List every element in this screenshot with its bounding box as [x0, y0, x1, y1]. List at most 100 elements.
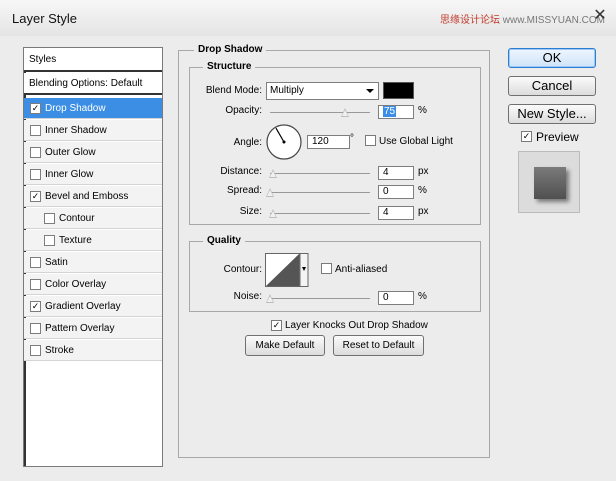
angle-unit: °: [350, 133, 354, 144]
style-item-label: Contour: [59, 212, 95, 224]
angle-dial[interactable]: [265, 123, 303, 161]
blend-mode-value: Multiply: [270, 85, 304, 96]
blending-options-label: Blending Options: Default: [29, 77, 143, 89]
chevron-down-icon: [366, 89, 374, 93]
style-checkbox[interactable]: [30, 168, 41, 180]
style-item-label: Color Overlay: [45, 278, 107, 290]
angle-field[interactable]: 120: [307, 135, 350, 149]
size-slider-thumb[interactable]: [269, 209, 277, 218]
style-list-item[interactable]: Color Overlay: [24, 274, 162, 295]
styles-header[interactable]: Styles: [24, 48, 162, 72]
window-title: Layer Style: [12, 11, 78, 26]
style-item-label: Pattern Overlay: [45, 322, 115, 334]
preview-swatch: [534, 167, 566, 199]
layer-knocks-out-checkbox[interactable]: ✓: [271, 320, 282, 331]
distance-label: Distance:: [220, 166, 262, 177]
make-default-button[interactable]: Make Default: [245, 335, 325, 356]
style-checkbox[interactable]: [30, 322, 41, 334]
shadow-color-swatch[interactable]: [383, 82, 414, 99]
watermark-cn: 思缘设计论坛: [440, 15, 500, 26]
quality-title: Quality: [203, 235, 245, 246]
style-checkbox[interactable]: ✓: [30, 300, 41, 312]
style-list-item[interactable]: Stroke: [24, 340, 162, 361]
style-list-item[interactable]: Outer Glow: [24, 142, 162, 163]
distance-slider-track[interactable]: [270, 173, 370, 174]
style-list-item[interactable]: Satin: [24, 252, 162, 273]
watermark: 思缘设计论坛 www.MISSYUAN.COM: [440, 11, 605, 26]
blending-options[interactable]: Blending Options: Default: [24, 73, 162, 95]
styles-header-label: Styles: [29, 53, 57, 65]
ok-button[interactable]: OK: [508, 48, 596, 68]
style-item-label: Gradient Overlay: [45, 300, 121, 312]
noise-slider-track[interactable]: [270, 298, 370, 299]
style-checkbox[interactable]: [30, 124, 41, 136]
opacity-slider-track[interactable]: [270, 112, 370, 113]
style-checkbox[interactable]: [44, 212, 55, 224]
style-checkbox[interactable]: [44, 234, 55, 246]
drop-shadow-title: Drop Shadow: [194, 44, 267, 55]
opacity-label: Opacity:: [225, 105, 262, 116]
preview-thumbnail: [518, 151, 580, 213]
anti-aliased-checkbox[interactable]: [321, 263, 332, 274]
blend-mode-label: Blend Mode:: [205, 85, 262, 96]
spread-field[interactable]: 0: [378, 185, 414, 199]
style-item-label: Satin: [45, 256, 68, 268]
style-list-item[interactable]: ✓ Drop Shadow: [24, 98, 162, 119]
use-global-light-checkbox[interactable]: [365, 135, 376, 146]
new-style-button[interactable]: New Style...: [508, 104, 596, 124]
style-checkbox[interactable]: [30, 278, 41, 290]
spread-label: Spread:: [226, 185, 262, 196]
style-list-item[interactable]: Inner Glow: [24, 164, 162, 185]
angle-dial-center: [282, 140, 286, 144]
size-field[interactable]: 4: [378, 206, 414, 220]
style-list-item[interactable]: Texture: [24, 230, 162, 251]
size-label: Size:: [239, 206, 262, 217]
style-list-item[interactable]: ✓ Bevel and Emboss: [24, 186, 162, 207]
distance-unit: px: [418, 166, 429, 177]
opacity-field[interactable]: 75: [378, 105, 414, 119]
style-item-label: Drop Shadow: [45, 102, 106, 114]
layer-knocks-out-label: Layer Knocks Out Drop Shadow: [285, 320, 428, 331]
contour-picker[interactable]: [265, 253, 309, 287]
spread-slider-thumb[interactable]: [266, 188, 274, 197]
noise-field[interactable]: 0: [378, 291, 414, 305]
cancel-button[interactable]: Cancel: [508, 76, 596, 96]
noise-unit: %: [418, 291, 427, 302]
style-checkbox[interactable]: ✓: [30, 190, 41, 202]
style-checkbox[interactable]: [30, 344, 41, 356]
style-list-item[interactable]: Pattern Overlay: [24, 318, 162, 339]
size-unit: px: [418, 206, 429, 217]
use-global-light-label: Use Global Light: [379, 136, 453, 147]
style-list-item[interactable]: Contour: [24, 208, 162, 229]
contour-label: Contour:: [223, 264, 262, 275]
style-list-item[interactable]: ✓ Gradient Overlay: [24, 296, 162, 317]
style-list-item[interactable]: Inner Shadow: [24, 120, 162, 141]
preview-checkbox[interactable]: ✓: [521, 131, 532, 142]
spread-slider-track[interactable]: [270, 192, 370, 193]
close-icon[interactable]: ✕: [590, 7, 610, 25]
style-checkbox[interactable]: ✓: [30, 102, 41, 114]
opacity-value: 75: [383, 106, 397, 117]
noise-slider-thumb[interactable]: [266, 294, 274, 303]
style-item-label: Texture: [59, 234, 92, 246]
noise-label: Noise:: [233, 291, 262, 302]
angle-label: Angle:: [233, 137, 262, 148]
style-list: Styles Blending Options: Default ✓ Drop S…: [23, 47, 163, 467]
distance-field[interactable]: 4: [378, 166, 414, 180]
opacity-slider-thumb[interactable]: [341, 108, 349, 117]
structure-title: Structure: [203, 61, 256, 72]
anti-aliased-label: Anti-aliased: [335, 264, 388, 275]
spread-unit: %: [418, 185, 427, 196]
style-item-label: Stroke: [45, 344, 74, 356]
opacity-unit: %: [418, 105, 427, 116]
reset-to-default-button[interactable]: Reset to Default: [333, 335, 424, 356]
style-item-label: Bevel and Emboss: [45, 190, 129, 202]
size-slider-track[interactable]: [270, 213, 370, 214]
distance-slider-thumb[interactable]: [269, 169, 277, 178]
style-item-label: Inner Shadow: [45, 124, 107, 136]
style-item-label: Outer Glow: [45, 146, 96, 158]
style-checkbox[interactable]: [30, 256, 41, 268]
blend-mode-select[interactable]: Multiply: [266, 82, 379, 100]
style-checkbox[interactable]: [30, 146, 41, 158]
style-item-label: Inner Glow: [45, 168, 94, 180]
